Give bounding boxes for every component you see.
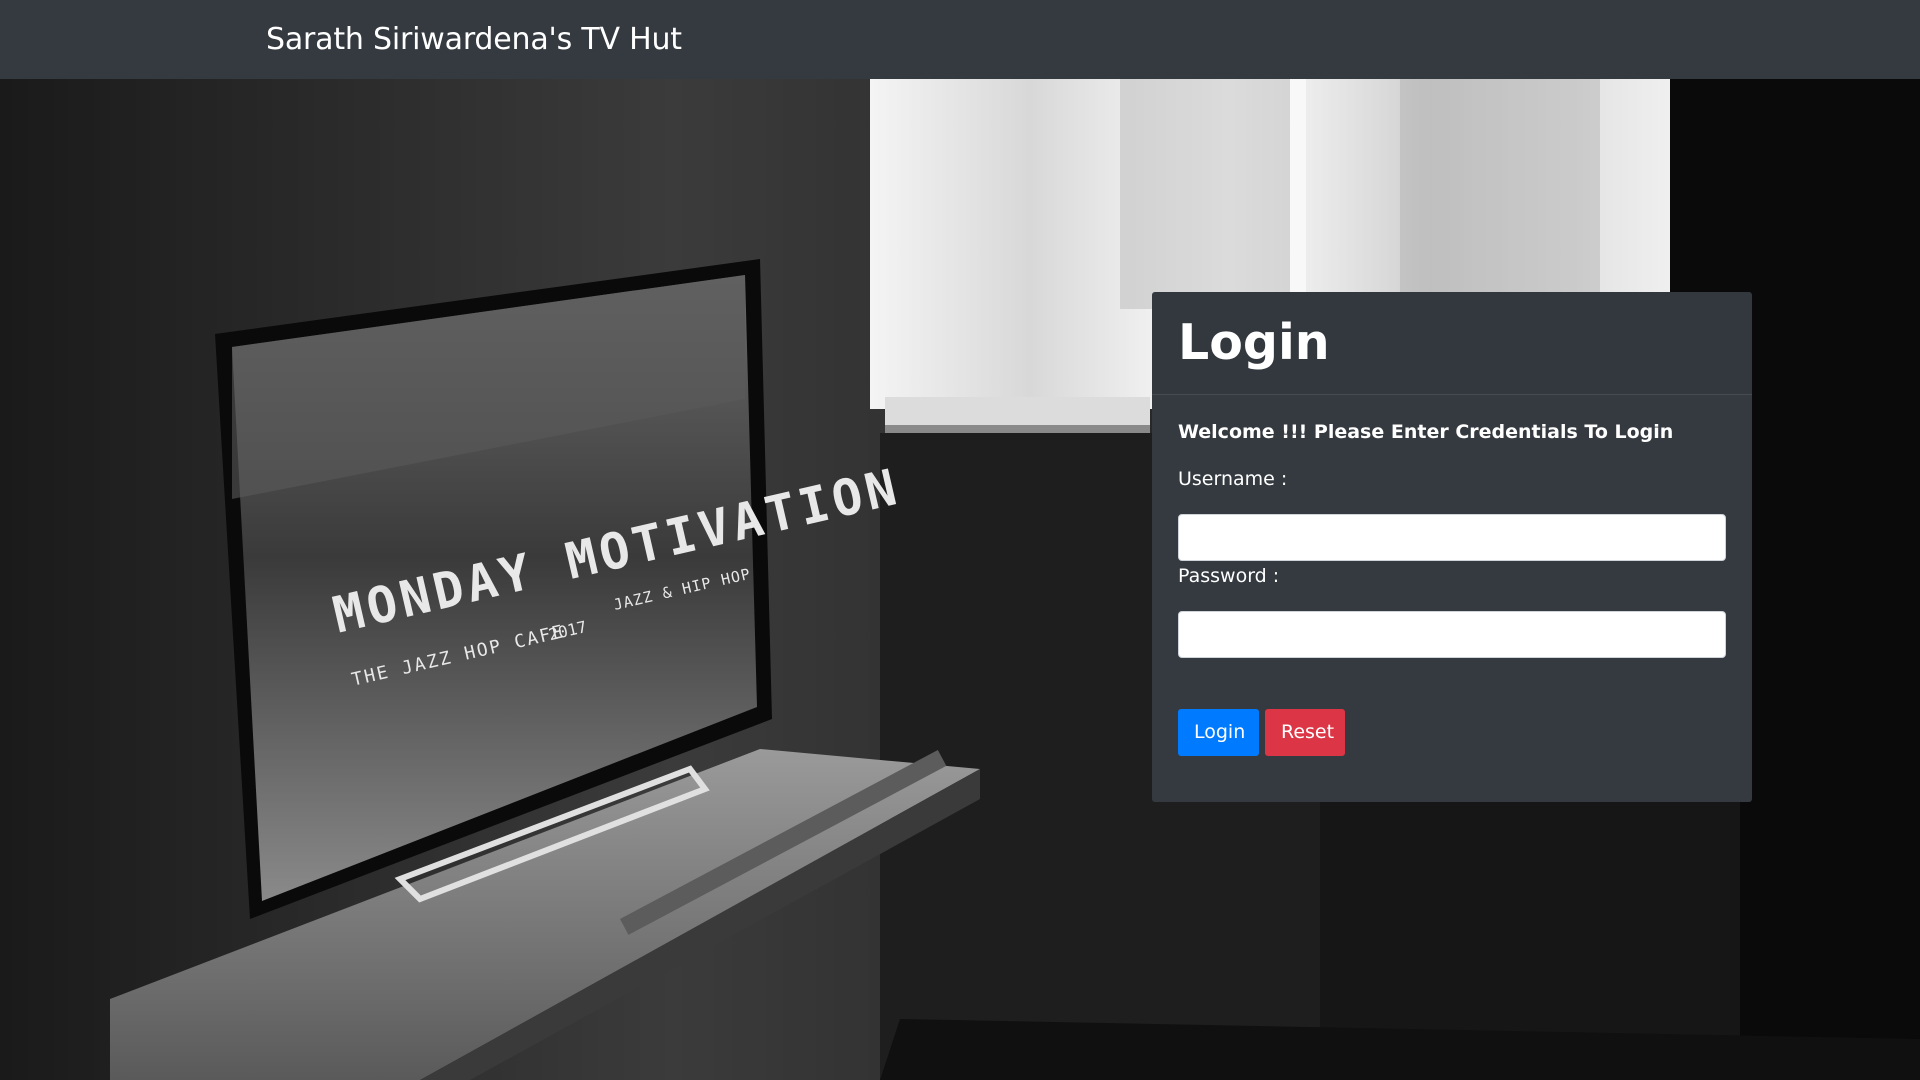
password-input[interactable] xyxy=(1178,611,1726,658)
welcome-message: Welcome !!! Please Enter Credentials To … xyxy=(1178,421,1674,443)
login-card: Login Welcome !!! Please Enter Credentia… xyxy=(1152,292,1752,802)
password-label: Password : xyxy=(1178,565,1280,587)
username-label: Username : xyxy=(1178,468,1288,490)
login-button[interactable]: Login xyxy=(1178,709,1259,756)
reset-button[interactable]: Reset xyxy=(1265,709,1345,756)
login-title: Login xyxy=(1178,314,1330,371)
login-card-header: Login xyxy=(1152,292,1752,395)
brand-link[interactable]: Sarath Siriwardena's TV Hut xyxy=(266,20,682,60)
top-navbar: Sarath Siriwardena's TV Hut xyxy=(0,0,1920,79)
username-input[interactable] xyxy=(1178,514,1726,561)
